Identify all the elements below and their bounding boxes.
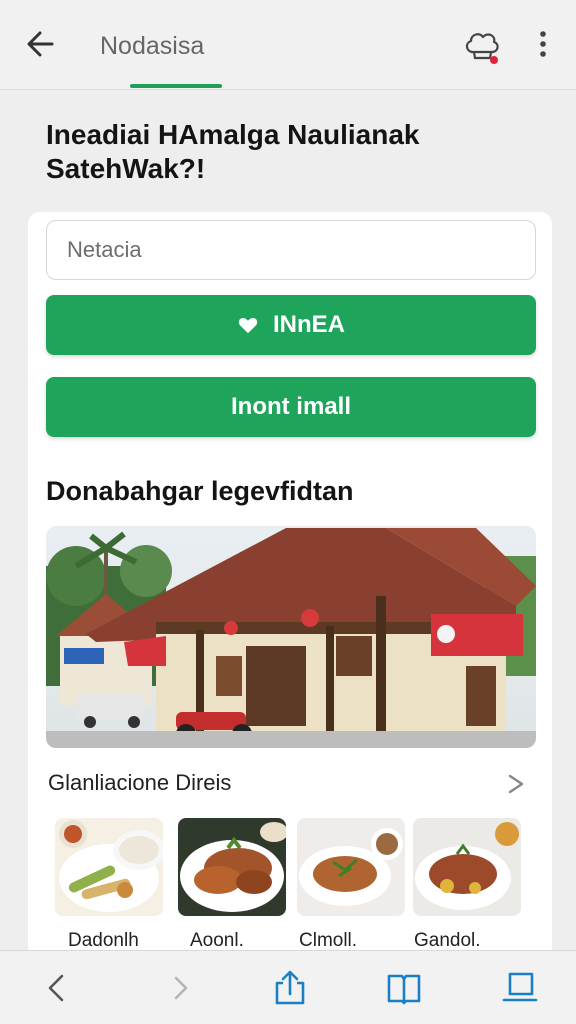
dish-thumbnail[interactable] bbox=[413, 818, 521, 916]
search-input[interactable] bbox=[46, 220, 536, 280]
dish-label: Aoonl. bbox=[190, 930, 244, 951]
app-bar: Nodasisa bbox=[0, 0, 576, 90]
heart-icon bbox=[238, 318, 258, 334]
primary-action-label: INnEA bbox=[273, 311, 345, 338]
arrow-left-icon[interactable] bbox=[22, 24, 62, 64]
secondary-action-label: Inont imall bbox=[231, 393, 351, 420]
more-vert-icon[interactable] bbox=[528, 24, 558, 68]
section-title: Donabahgar legevfidtan bbox=[46, 476, 354, 506]
dish-label: Gandol. bbox=[414, 930, 481, 951]
dish-thumbnail[interactable] bbox=[178, 818, 286, 916]
chevron-left-icon[interactable] bbox=[38, 968, 78, 1008]
dish-thumbnail[interactable] bbox=[297, 818, 405, 916]
book-icon[interactable] bbox=[384, 968, 424, 1008]
tabs-icon[interactable] bbox=[500, 968, 540, 1008]
chef-hat-icon[interactable] bbox=[460, 24, 504, 68]
chevron-right-icon[interactable] bbox=[160, 968, 200, 1008]
dish-label: Clmoll. bbox=[299, 930, 358, 951]
active-tab-indicator bbox=[130, 84, 222, 88]
primary-action-button[interactable]: INnEA bbox=[46, 295, 536, 355]
page-headline: Ineadiai HAmalga Naulianak SatehWak?! bbox=[46, 119, 420, 184]
restaurant-photo[interactable] bbox=[46, 526, 536, 748]
share-icon[interactable] bbox=[270, 968, 310, 1008]
secondary-action-button[interactable]: Inont imall bbox=[46, 377, 536, 437]
chevron-right-icon[interactable] bbox=[502, 770, 530, 798]
app-title: Nodasisa bbox=[100, 32, 205, 60]
subsection-title: Glanliacione Direis bbox=[48, 770, 232, 795]
dish-label: Dadonlh bbox=[68, 930, 139, 951]
dish-thumbnail[interactable] bbox=[55, 818, 163, 916]
